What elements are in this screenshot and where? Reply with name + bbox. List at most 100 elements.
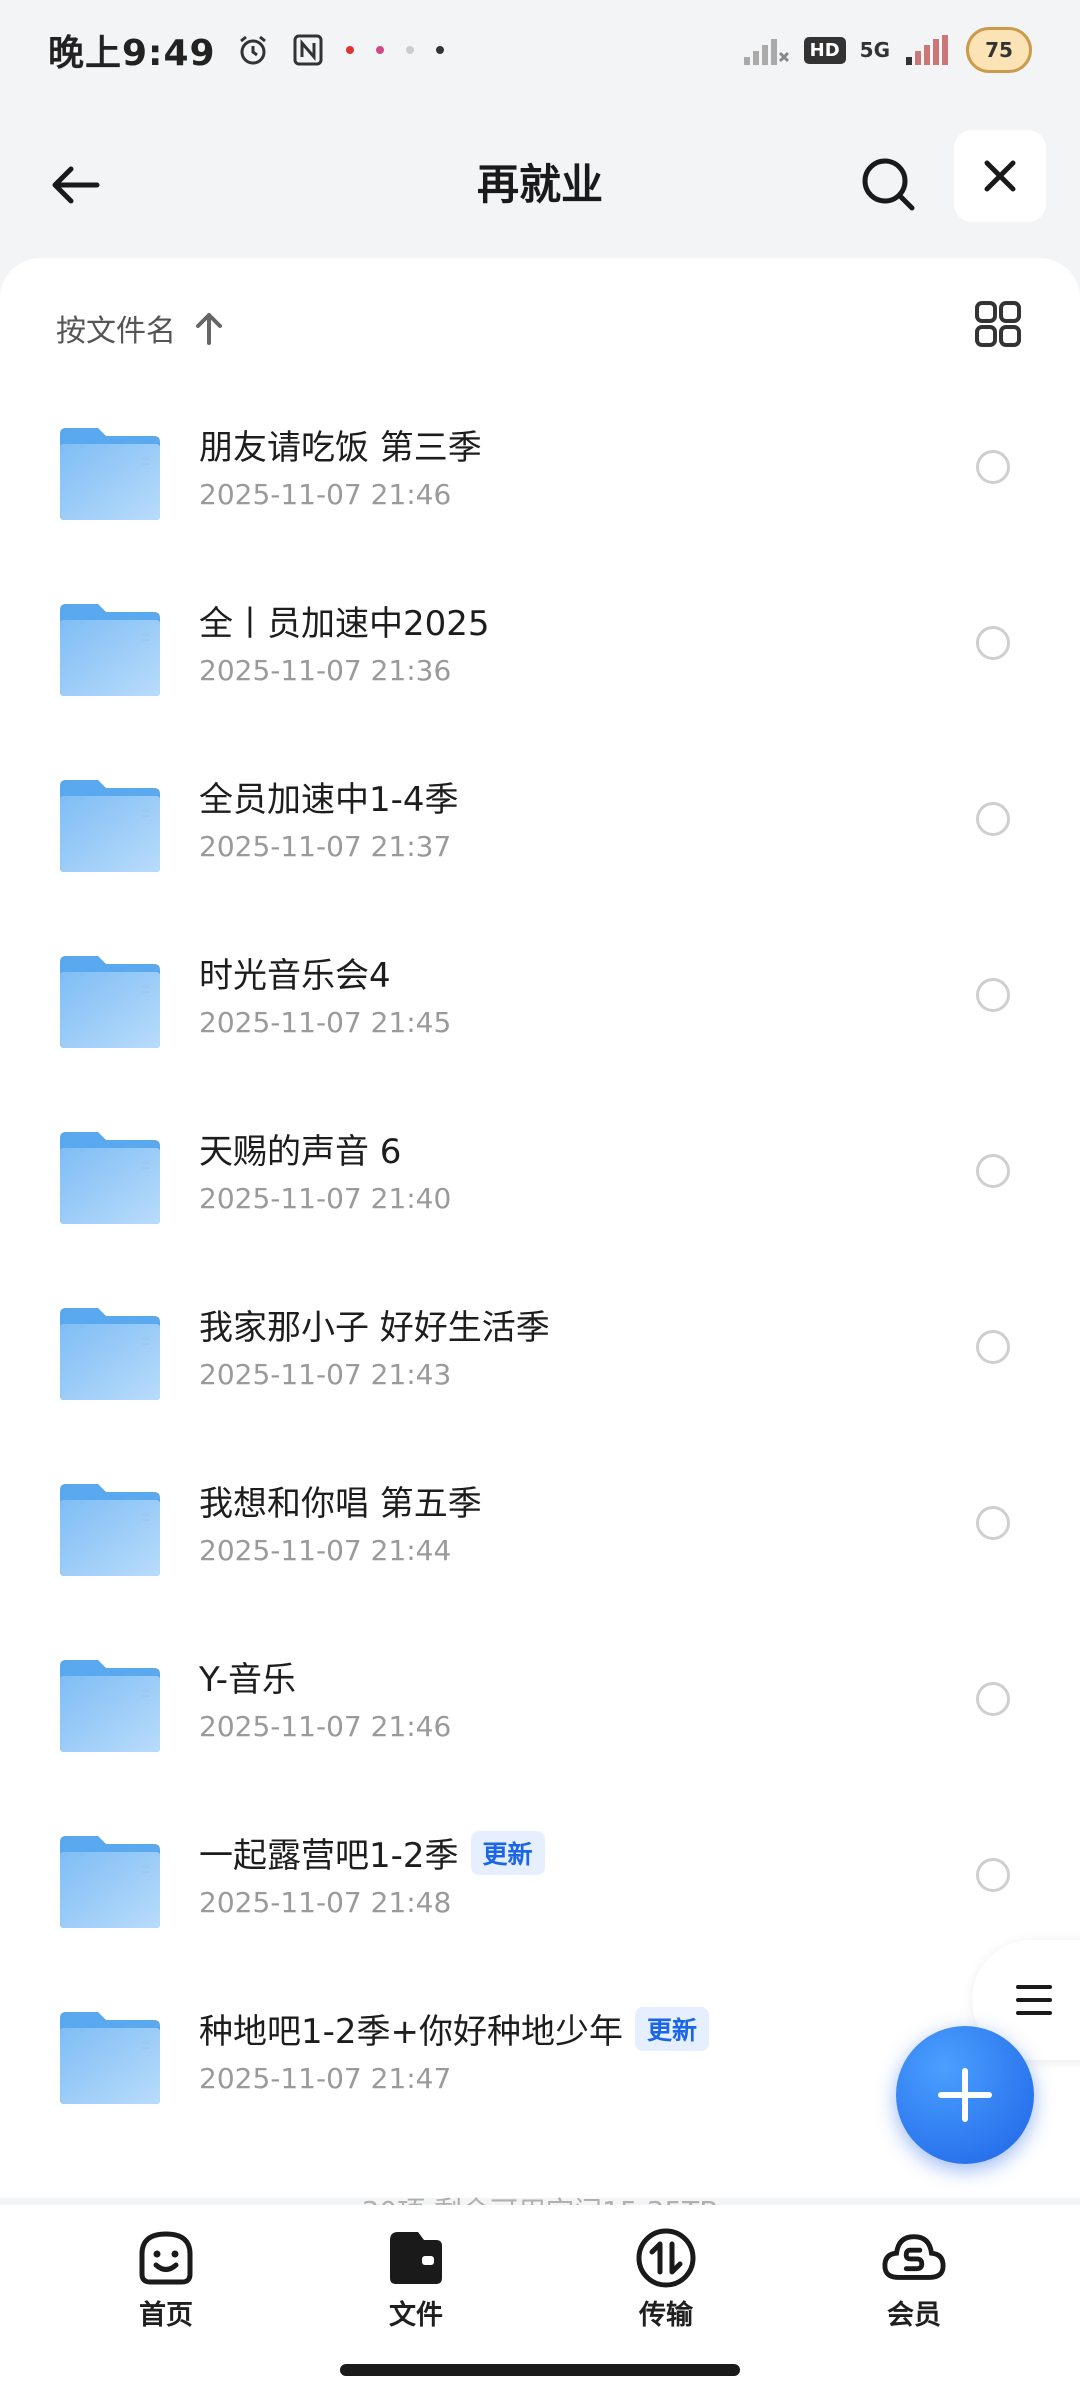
file-date: 2025-11-07 21:46 [199, 478, 452, 511]
search-icon [862, 158, 915, 211]
file-row[interactable]: 时光音乐会4 2025-11-07 21:45 [0, 908, 1080, 1084]
file-name-text: 我家那小子 好好生活季 [199, 1308, 550, 1348]
select-radio[interactable] [976, 450, 1010, 484]
add-button[interactable] [896, 2026, 1034, 2164]
file-row[interactable]: 我想和你唱 第五季 2025-11-07 21:44 [0, 1436, 1080, 1612]
folder-icon [58, 1834, 162, 1930]
network-label: 5G [859, 38, 890, 62]
grid-icon [975, 301, 1021, 347]
folder-icon [58, 954, 162, 1050]
file-name-text: 一起露营吧1-2季 [199, 1836, 459, 1876]
file-name: 全丨员加速中2025 [199, 596, 490, 645]
nav-home-label: 首页 [139, 2300, 193, 2331]
file-name: 一起露营吧1-2季 更新 [199, 1828, 545, 1877]
hd-badge: HD [803, 36, 846, 64]
signal-5g-icon [906, 35, 948, 65]
app-screen: 晚上9:49 HD 5G 75 再就业 按文件名 朋友请吃饭 第三季 2025-… [0, 0, 1080, 2400]
file-row[interactable]: 我家那小子 好好生活季 2025-11-07 21:43 [0, 1260, 1080, 1436]
file-name: 我家那小子 好好生活季 [199, 1300, 550, 1349]
select-radio[interactable] [976, 802, 1010, 836]
file-row[interactable]: 天赐的声音 6 2025-11-07 21:40 [0, 1084, 1080, 1260]
nfc-icon [293, 34, 323, 66]
select-radio[interactable] [976, 1858, 1010, 1892]
file-name: 天赐的声音 6 [199, 1124, 401, 1173]
file-name-text: 时光音乐会4 [199, 956, 391, 996]
search-button[interactable] [850, 146, 926, 222]
file-date: 2025-11-07 21:45 [199, 1006, 452, 1039]
file-name-text: 我想和你唱 第五季 [199, 1484, 482, 1524]
folder-icon [58, 778, 162, 874]
select-radio[interactable] [976, 1154, 1010, 1188]
nav-member[interactable]: 会员 [834, 2225, 994, 2332]
file-date: 2025-11-07 21:47 [199, 2062, 452, 2095]
status-time: 晚上9:49 [48, 33, 216, 74]
select-radio[interactable] [976, 978, 1010, 1012]
wallet-folder-icon [383, 2225, 449, 2291]
file-name-text: 全员加速中1-4季 [199, 780, 459, 820]
file-name: 时光音乐会4 [199, 948, 391, 997]
file-name-text: 种地吧1-2季+你好种地少年 [199, 2012, 624, 2052]
smile-face-icon [133, 2225, 199, 2291]
battery-indicator: 75 [966, 27, 1032, 73]
file-date: 2025-11-07 21:40 [199, 1182, 452, 1215]
file-name: 朋友请吃饭 第三季 [199, 420, 482, 469]
select-radio[interactable] [976, 626, 1010, 660]
file-name-text: 朋友请吃饭 第三季 [199, 428, 482, 468]
file-row[interactable]: 一起露营吧1-2季 更新 2025-11-07 21:48 [0, 1788, 1080, 1964]
file-date: 2025-11-07 21:44 [199, 1534, 452, 1567]
status-system-icons: HD 5G 75 [742, 27, 1032, 73]
file-row[interactable]: Y-音乐 2025-11-07 21:46 [0, 1612, 1080, 1788]
select-radio[interactable] [976, 1506, 1010, 1540]
file-date: 2025-11-07 21:46 [199, 1710, 452, 1743]
file-row[interactable]: 朋友请吃饭 第三季 2025-11-07 21:46 [0, 380, 1080, 556]
cloud-s-icon [881, 2225, 947, 2291]
status-bar: 晚上9:49 HD 5G 75 [0, 0, 1080, 100]
folder-icon [58, 1306, 162, 1402]
app-notification-dot-icon [435, 46, 444, 54]
home-indicator[interactable] [340, 2364, 740, 2376]
folder-icon [58, 1658, 162, 1754]
nav-transfer-label: 传输 [639, 2300, 693, 2331]
folder-icon [58, 426, 162, 522]
nav-files-label: 文件 [389, 2300, 443, 2331]
file-date: 2025-11-07 21:36 [199, 654, 452, 687]
file-row[interactable]: 全丨员加速中2025 2025-11-07 21:36 [0, 556, 1080, 732]
file-list-panel: 按文件名 朋友请吃饭 第三季 2025-11-07 21:46 全丨员加速中2025… [0, 258, 1080, 2198]
signal-icon [743, 39, 789, 65]
nav-home[interactable]: 首页 [86, 2225, 246, 2332]
nav-transfer[interactable]: 传输 [586, 2225, 746, 2332]
folder-icon [58, 602, 162, 698]
arrow-up-icon [196, 313, 222, 345]
file-name: 种地吧1-2季+你好种地少年 更新 [199, 2004, 710, 2053]
grid-view-button[interactable] [970, 296, 1026, 352]
app-notification-dot-icon [405, 46, 414, 54]
file-name: Y-音乐 [199, 1652, 296, 1701]
status-notification-icons [236, 33, 444, 67]
folder-icon [58, 1482, 162, 1578]
file-name: 全员加速中1-4季 [199, 772, 459, 821]
file-name: 我想和你唱 第五季 [199, 1476, 482, 1525]
close-button[interactable] [954, 130, 1046, 222]
file-name-text: 天赐的声音 6 [199, 1132, 402, 1172]
plus-icon [938, 2068, 992, 2122]
file-row[interactable]: 全员加速中1-4季 2025-11-07 21:37 [0, 732, 1080, 908]
nav-files[interactable]: 文件 [336, 2225, 496, 2332]
nav-member-label: 会员 [887, 2300, 941, 2331]
select-radio[interactable] [976, 1682, 1010, 1716]
sort-label: 按文件名 [56, 314, 176, 349]
file-date: 2025-11-07 21:37 [199, 830, 452, 863]
file-date: 2025-11-07 21:48 [199, 1886, 452, 1919]
update-badge: 更新 [470, 1830, 545, 1875]
file-name-text: 全丨员加速中2025 [199, 604, 490, 644]
menu-lines-icon [1016, 1985, 1052, 2015]
transfer-icon [633, 2225, 699, 2291]
folder-icon [58, 2010, 162, 2106]
top-app-bar: 再就业 [0, 110, 1080, 250]
select-radio[interactable] [976, 1330, 1010, 1364]
close-icon [984, 160, 1016, 192]
sort-control[interactable]: 按文件名 [56, 298, 224, 358]
file-list: 朋友请吃饭 第三季 2025-11-07 21:46 全丨员加速中2025 2025-… [0, 380, 1080, 2140]
file-name-text: Y-音乐 [199, 1660, 297, 1700]
folder-icon [58, 1130, 162, 1226]
alarm-icon [239, 35, 266, 65]
